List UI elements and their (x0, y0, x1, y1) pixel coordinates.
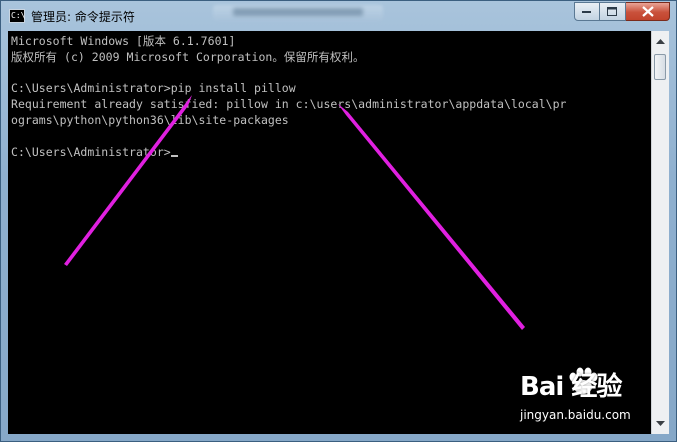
watermark-logo: Bai 经验 (520, 372, 622, 402)
annotation-arrow-left (64, 95, 192, 266)
baidu-jingyan-watermark: Bai 经验 jingyan.baidu.com (520, 366, 650, 432)
annotation-arrow-right (338, 104, 525, 330)
watermark-url: jingyan.baidu.com (520, 408, 631, 422)
